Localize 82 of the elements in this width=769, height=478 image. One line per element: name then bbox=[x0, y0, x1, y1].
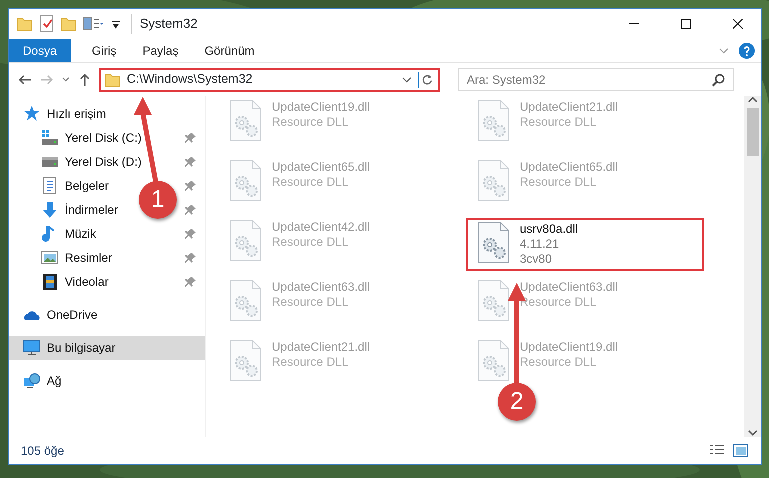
file-detail: 4.11.21 bbox=[520, 237, 560, 252]
ribbon-tab[interactable]: Görünüm bbox=[192, 39, 268, 62]
close-icon[interactable] bbox=[733, 19, 743, 29]
ribbon-tab[interactable]: Paylaş bbox=[130, 39, 192, 62]
document-icon bbox=[41, 177, 59, 195]
dropdown-icon[interactable] bbox=[402, 74, 412, 84]
file-gear-icon bbox=[478, 100, 510, 142]
file-detail: Resource DLL bbox=[272, 295, 350, 310]
view-menu-icon[interactable] bbox=[83, 16, 105, 32]
ribbon-tab[interactable]: Giriş bbox=[79, 39, 130, 62]
file-detail: Resource DLL bbox=[272, 355, 350, 370]
file-gear-icon bbox=[230, 160, 262, 202]
scroll-up-icon[interactable] bbox=[748, 96, 758, 104]
sidebar-item[interactable]: Resimler bbox=[41, 247, 112, 269]
file-gear-icon bbox=[478, 222, 510, 264]
file-name: UpdateClient65.dll bbox=[520, 160, 618, 175]
sidebar-item[interactable]: Videolar bbox=[41, 271, 109, 293]
scroll-down-icon[interactable] bbox=[748, 429, 758, 437]
pin-icon[interactable] bbox=[185, 156, 197, 168]
file-name: usrv80a.dll bbox=[520, 222, 578, 237]
sidebar-item[interactable]: Müzik bbox=[41, 223, 96, 245]
file-gear-icon bbox=[230, 220, 262, 262]
file-gear-icon bbox=[478, 280, 510, 322]
window-title: System32 bbox=[131, 14, 198, 34]
file-detail: Resource DLL bbox=[272, 235, 350, 250]
file-detail: Resource DLL bbox=[520, 295, 598, 310]
details-view-icon[interactable] bbox=[709, 444, 725, 458]
network-icon bbox=[23, 372, 41, 390]
sidebar-item[interactable]: Yerel Disk (C:) bbox=[41, 127, 142, 149]
file-name: UpdateClient19.dll bbox=[520, 340, 618, 355]
search-icon bbox=[712, 73, 726, 87]
file-item[interactable]: usrv80a.dll 4.11.21 3cv80 bbox=[466, 218, 704, 271]
file-detail: 3cv80 bbox=[520, 252, 554, 267]
sidebar-item[interactable]: Ağ bbox=[23, 370, 62, 392]
address-bar[interactable]: C:\Windows\System32 bbox=[99, 68, 440, 92]
help-icon[interactable] bbox=[739, 42, 755, 58]
file-name: UpdateClient21.dll bbox=[272, 340, 370, 355]
sidebar-item[interactable]: Yerel Disk (D:) bbox=[41, 151, 142, 173]
drive-icon bbox=[41, 129, 59, 147]
pin-icon[interactable] bbox=[185, 204, 197, 216]
expand-ribbon-icon[interactable] bbox=[719, 48, 729, 54]
scroll-thumb[interactable] bbox=[746, 108, 758, 156]
sidebar-item[interactable]: Belgeler bbox=[41, 175, 110, 197]
file-detail: Resource DLL bbox=[520, 175, 598, 190]
ribbon-tab[interactable]: Dosya bbox=[9, 39, 72, 62]
file-detail: Resource DLL bbox=[520, 115, 598, 130]
star-icon bbox=[23, 105, 41, 123]
pin-icon[interactable] bbox=[185, 276, 197, 288]
sidebar-item[interactable]: İndirmeler bbox=[41, 199, 118, 221]
monitor-icon bbox=[23, 339, 41, 357]
file-name: UpdateClient42.dll bbox=[272, 220, 370, 235]
pin-icon[interactable] bbox=[185, 252, 197, 264]
sidebar-item[interactable]: Bu bilgisayar bbox=[9, 336, 205, 360]
file-gear-icon bbox=[230, 340, 262, 382]
address-path: C:\Windows\System32 bbox=[127, 71, 253, 88]
picture-icon bbox=[41, 249, 59, 267]
sidebar-item[interactable]: OneDrive bbox=[23, 304, 98, 326]
film-icon bbox=[41, 273, 59, 291]
file-name: UpdateClient21.dll bbox=[520, 100, 618, 115]
file-name: UpdateClient19.dll bbox=[272, 100, 370, 115]
pin-icon[interactable] bbox=[185, 228, 197, 240]
file-name: UpdateClient65.dll bbox=[272, 160, 370, 175]
search-field[interactable]: Ara: System32 bbox=[458, 68, 734, 91]
file-gear-icon bbox=[230, 100, 262, 142]
large-icons-view-icon[interactable] bbox=[733, 444, 749, 458]
file-gear-icon bbox=[478, 160, 510, 202]
file-gear-icon bbox=[230, 280, 262, 322]
pin-icon[interactable] bbox=[185, 132, 197, 144]
file-detail: Resource DLL bbox=[520, 355, 598, 370]
file-detail: Resource DLL bbox=[272, 175, 350, 190]
maximize-icon[interactable] bbox=[681, 19, 691, 29]
item-count: 105 öğe bbox=[21, 442, 64, 460]
download-icon bbox=[41, 201, 59, 219]
file-name: UpdateClient63.dll bbox=[272, 280, 370, 295]
file-gear-icon bbox=[478, 340, 510, 382]
refresh-icon[interactable] bbox=[418, 72, 434, 88]
scrollbar[interactable] bbox=[744, 96, 761, 437]
file-detail: Resource DLL bbox=[272, 115, 350, 130]
pin-icon[interactable] bbox=[185, 180, 197, 192]
file-name: UpdateClient63.dll bbox=[520, 280, 618, 295]
sidebar-item[interactable]: Hızlı erişim bbox=[23, 103, 106, 125]
properties-icon[interactable] bbox=[39, 15, 55, 33]
